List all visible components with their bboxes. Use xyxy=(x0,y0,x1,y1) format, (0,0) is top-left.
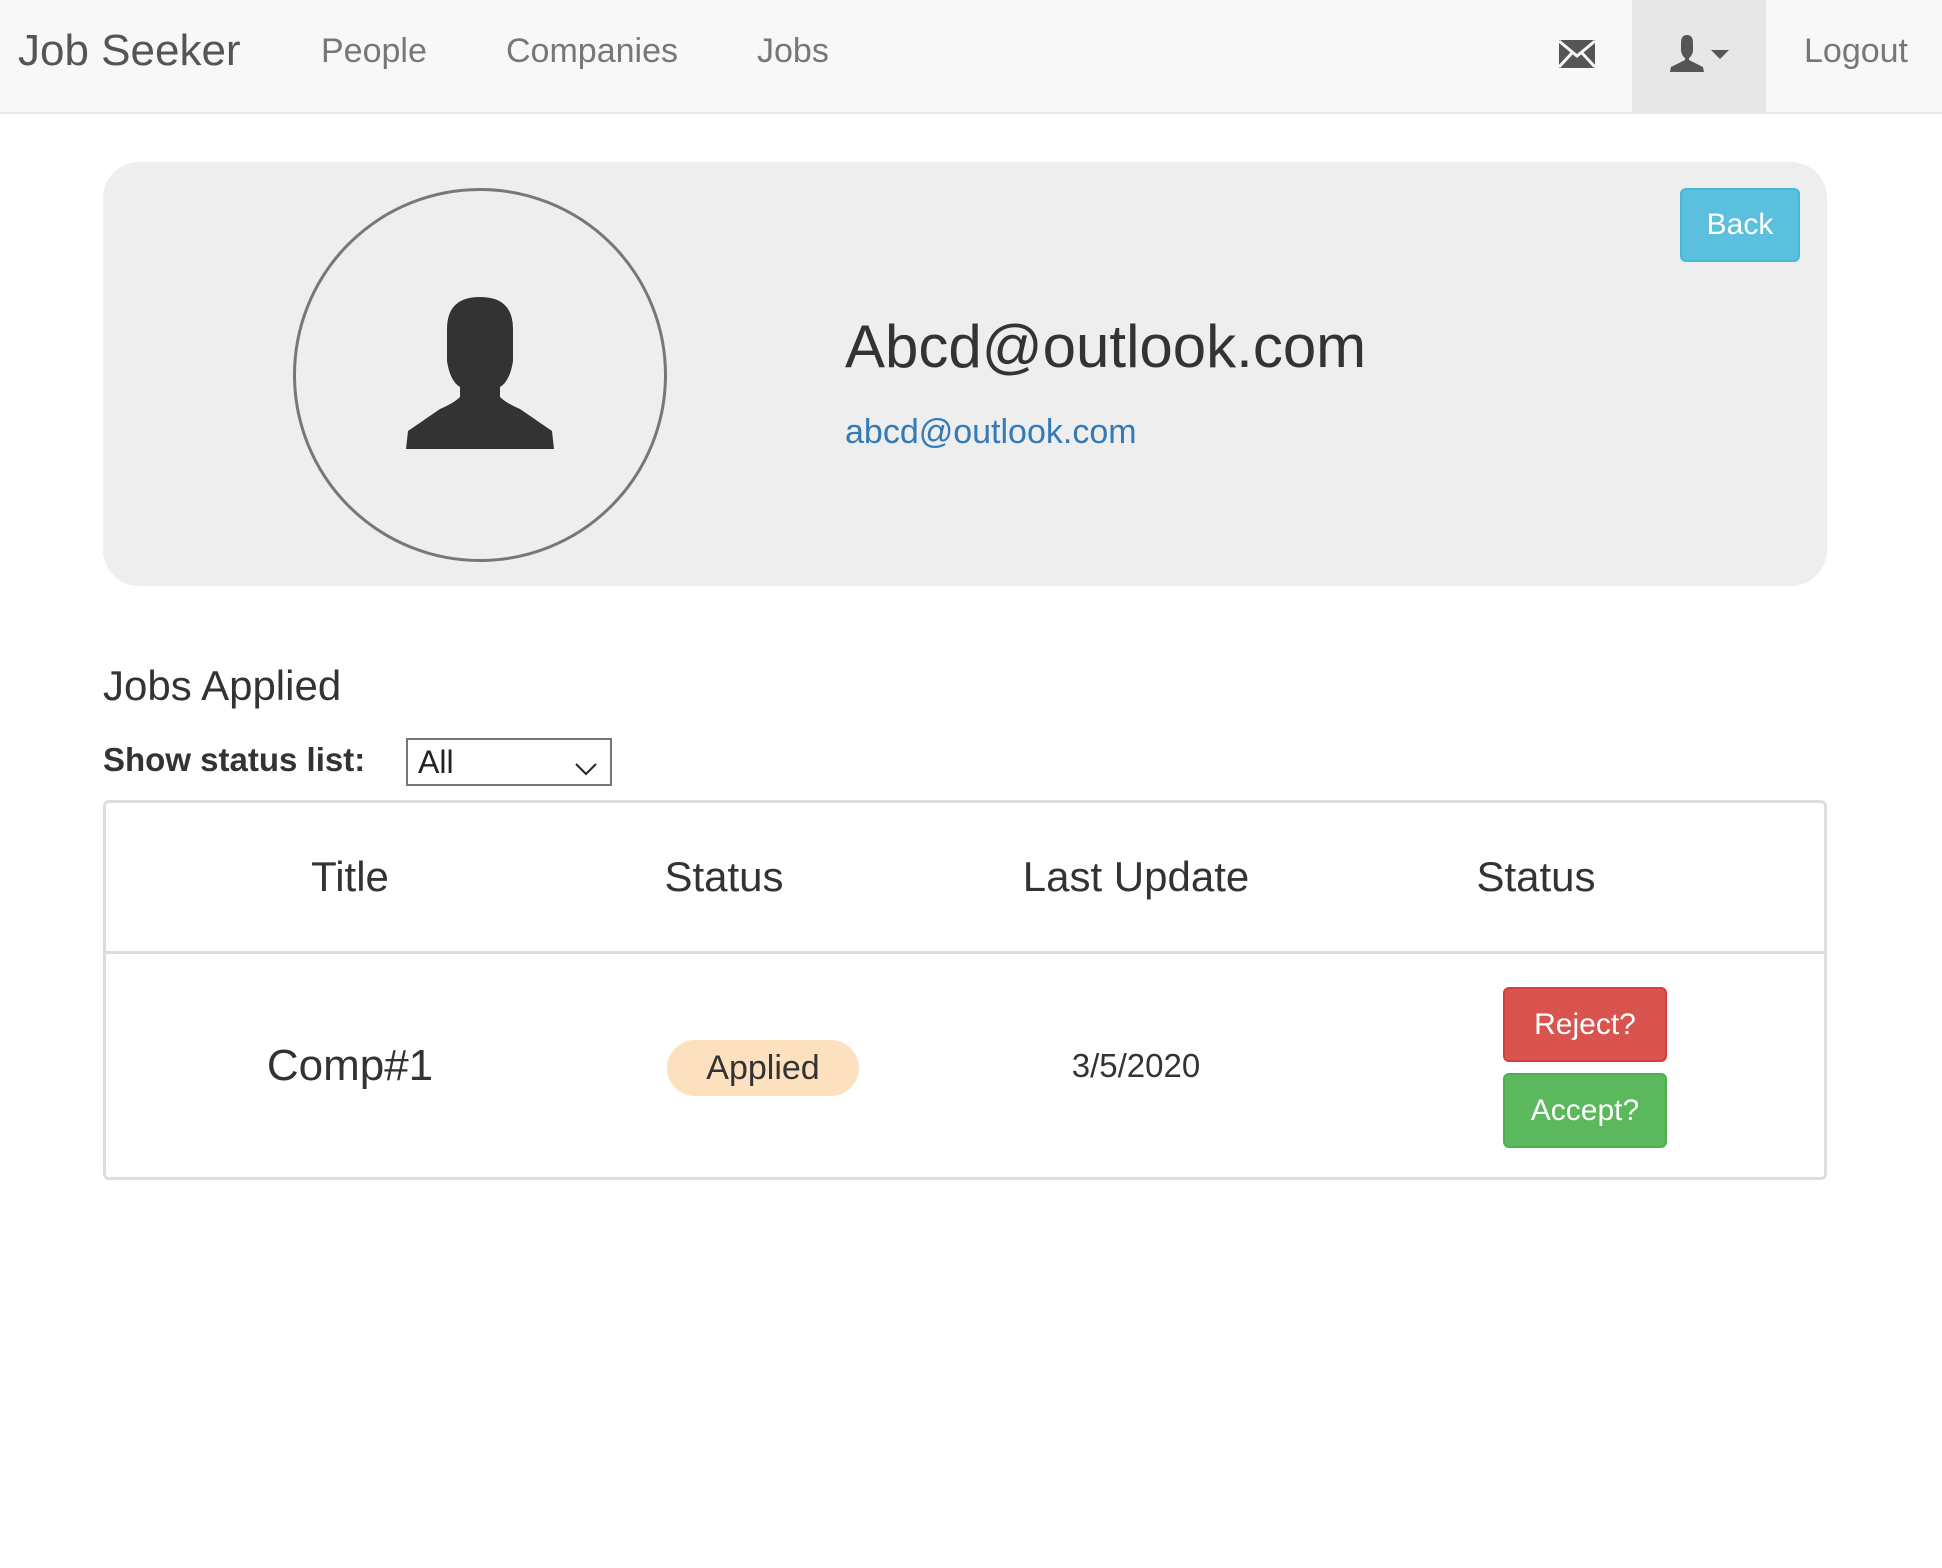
back-button[interactable]: Back xyxy=(1680,188,1800,262)
status-filter-label: Show status list: xyxy=(103,741,366,778)
envelope-icon xyxy=(1557,39,1597,74)
user-icon xyxy=(1669,34,1705,78)
jobs-table: Title Status Last Update Status Comp#1 A… xyxy=(103,800,1827,1180)
user-menu-toggle[interactable] xyxy=(1632,0,1766,112)
nav-link-companies[interactable]: Companies xyxy=(506,0,678,112)
nav-link-people[interactable]: People xyxy=(321,0,427,112)
user-silhouette-icon xyxy=(404,296,556,454)
status-filter-value: All xyxy=(418,744,454,780)
table-row: Comp#1 Applied 3/5/2020 Reject? Accept? xyxy=(106,954,1824,1177)
avatar xyxy=(293,188,667,562)
column-header-status: Status xyxy=(664,853,784,900)
last-update-cell: 3/5/2020 xyxy=(1071,1047,1201,1084)
column-header-actions-status: Status xyxy=(1476,853,1596,900)
table-header: Title Status Last Update Status xyxy=(106,803,1824,954)
nav-link-jobs[interactable]: Jobs xyxy=(757,0,829,112)
messages-button[interactable] xyxy=(1540,0,1614,112)
chevron-down-icon xyxy=(574,748,598,792)
profile-email-link[interactable]: abcd@outlook.com xyxy=(845,413,1137,452)
status-filter-select[interactable]: All xyxy=(406,738,612,786)
top-navbar: Job Seeker People Companies Jobs Logout xyxy=(0,0,1942,114)
accept-button[interactable]: Accept? xyxy=(1503,1073,1667,1148)
job-title-cell: Comp#1 xyxy=(266,1041,434,1090)
section-title: Jobs Applied xyxy=(103,662,342,709)
profile-panel: Abcd@outlook.com abcd@outlook.com Back xyxy=(103,162,1827,586)
caret-down-icon xyxy=(1711,47,1729,65)
logout-link[interactable]: Logout xyxy=(1804,0,1908,112)
profile-name: Abcd@outlook.com xyxy=(845,313,1367,380)
status-badge: Applied xyxy=(667,1040,859,1096)
column-header-last-update: Last Update xyxy=(1022,853,1250,900)
reject-button[interactable]: Reject? xyxy=(1503,987,1667,1062)
brand-link[interactable]: Job Seeker xyxy=(18,0,241,112)
